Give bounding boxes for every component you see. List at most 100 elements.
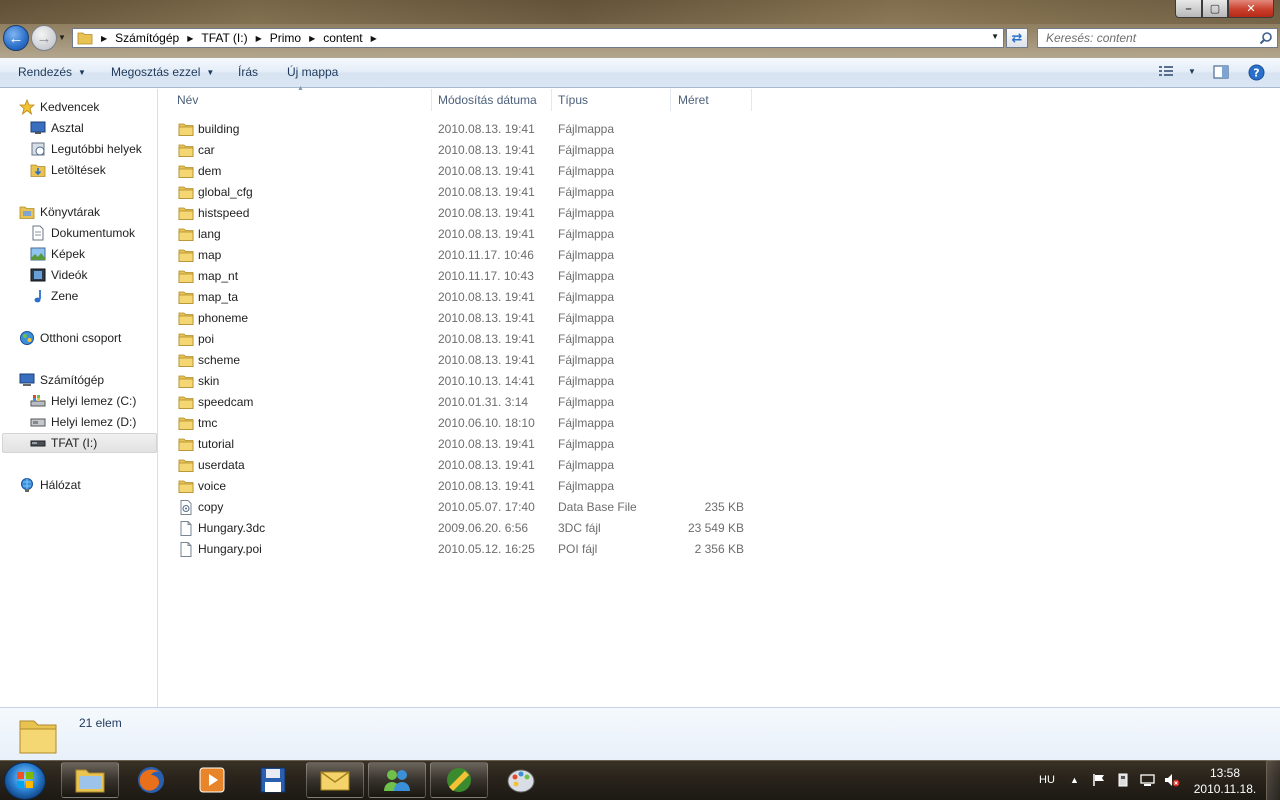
search-box[interactable] [1037, 28, 1278, 48]
folder-icon [178, 123, 194, 136]
file-row[interactable]: map_nt 2010.11.17. 10:43 Fájlmappa [173, 266, 773, 287]
column-divider[interactable] [751, 89, 752, 111]
organize-button[interactable]: Rendezés ▼ [18, 65, 86, 79]
file-row[interactable]: lang 2010.08.13. 19:41 Fájlmappa [173, 224, 773, 245]
arrow-left-icon: ← [8, 29, 24, 47]
nav-documents[interactable]: Dokumentumok [30, 223, 135, 243]
nav-desktop[interactable]: Asztal [30, 118, 84, 138]
organize-label: Rendezés [18, 65, 73, 79]
preview-pane-button[interactable] [1213, 64, 1229, 80]
file-row[interactable]: speedcam 2010.01.31. 3:14 Fájlmappa [173, 392, 773, 413]
burn-button[interactable]: Írás [238, 65, 258, 79]
nav-libraries[interactable]: Könyvtárak [19, 202, 100, 222]
file-row[interactable]: scheme 2010.08.13. 19:41 Fájlmappa [173, 350, 773, 371]
nav-favorites[interactable]: Kedvencek [19, 97, 99, 117]
videos-icon [30, 267, 46, 283]
address-bar[interactable]: ▶ Számítógép ▶ TFAT (I:) ▶ Primo ▶ content ▶… [72, 28, 1004, 48]
minimize-button[interactable]: – [1175, 0, 1202, 18]
share-with-button[interactable]: Megosztás ezzel ▼ [111, 65, 214, 79]
breadcrumb-content[interactable]: content ▶ [323, 31, 385, 45]
start-button[interactable] [4, 762, 46, 800]
file-row[interactable]: voice 2010.08.13. 19:41 Fájlmappa [173, 476, 773, 497]
network-tray-icon [1140, 774, 1155, 786]
file-row[interactable]: poi 2010.08.13. 19:41 Fájlmappa [173, 329, 773, 350]
taskbar-explorer[interactable] [61, 762, 119, 798]
nav-drive-i[interactable]: TFAT (I:) [2, 433, 157, 453]
breadcrumb-primo[interactable]: Primo ▶ [270, 31, 324, 45]
nav-videos[interactable]: Videók [30, 265, 87, 285]
nav-drive-d[interactable]: Helyi lemez (D:) [30, 412, 136, 432]
file-row[interactable]: building 2010.08.13. 19:41 Fájlmappa [173, 119, 773, 140]
column-header-size[interactable]: Méret [660, 89, 751, 111]
column-header-name[interactable]: Név [159, 89, 431, 111]
address-dropdown-icon[interactable]: ▼ [991, 32, 999, 41]
breadcrumb-root-chevron[interactable]: ▶ [101, 34, 115, 43]
breadcrumb-label: Primo [269, 31, 302, 45]
volume-icon[interactable] [1164, 760, 1180, 800]
messenger-users-icon [384, 770, 410, 791]
file-name: map_nt [198, 269, 239, 283]
file-row[interactable]: skin 2010.10.13. 14:41 Fájlmappa [173, 371, 773, 392]
file-row[interactable]: map_ta 2010.08.13. 19:41 Fájlmappa [173, 287, 773, 308]
close-button[interactable]: ✕ [1228, 0, 1274, 18]
search-icon[interactable] [1259, 31, 1273, 45]
nav-downloads[interactable]: Letöltések [30, 160, 106, 180]
file-row[interactable]: car 2010.08.13. 19:41 Fájlmappa [173, 140, 773, 161]
downloads-folder-icon [30, 162, 46, 178]
show-hidden-icons-button[interactable]: ▲ [1070, 760, 1079, 800]
language-indicator[interactable]: HU [1039, 760, 1055, 800]
taskbar-mail[interactable] [306, 762, 364, 798]
help-button[interactable]: ? [1248, 64, 1265, 81]
show-desktop-button[interactable] [1266, 760, 1280, 800]
taskbar-paint[interactable] [492, 762, 550, 798]
recent-places-icon [30, 141, 46, 157]
usb-device-icon[interactable] [1116, 760, 1130, 800]
back-button[interactable]: ← [3, 25, 29, 51]
maximize-button[interactable]: ▢ [1202, 0, 1228, 18]
pictures-icon [30, 246, 46, 262]
file-row[interactable]: phoneme 2010.08.13. 19:41 Fájlmappa [173, 308, 773, 329]
breadcrumb-drive[interactable]: TFAT (I:) ▶ [201, 31, 269, 45]
file-row[interactable]: Hungary.3dc 2009.06.20. 6:56 3DC fájl 23 54… [173, 518, 773, 539]
help-icon: ? [1248, 64, 1265, 81]
folder-icon [178, 438, 194, 451]
star-icon [19, 99, 35, 115]
view-options-button[interactable]: ▼ [1158, 64, 1196, 78]
taskbar-media-player[interactable] [183, 762, 241, 798]
search-input[interactable] [1046, 31, 1246, 45]
file-row[interactable]: global_cfg 2010.08.13. 19:41 Fájlmappa [173, 182, 773, 203]
column-header-modified[interactable]: Módosítás dátuma [420, 89, 551, 111]
forward-button[interactable]: → [31, 25, 57, 51]
file-row[interactable]: tmc 2010.06.10. 18:10 Fájlmappa [173, 413, 773, 434]
taskbar-firefox[interactable] [122, 762, 180, 798]
column-header-type[interactable]: Típus [540, 89, 670, 111]
document-icon [180, 542, 192, 557]
taskbar-save-app[interactable] [244, 762, 302, 798]
action-center-icon[interactable] [1092, 760, 1106, 800]
recent-pages-dropdown[interactable]: ▼ [58, 33, 66, 42]
nav-network[interactable]: Hálózat [19, 475, 81, 495]
folder-icon [178, 270, 194, 283]
nav-drive-c[interactable]: Helyi lemez (C:) [30, 391, 136, 411]
breadcrumb-computer[interactable]: Számítógép ▶ [115, 31, 201, 45]
file-row[interactable]: Hungary.poi 2010.05.12. 16:25 POI fájl 2 35… [173, 539, 773, 560]
file-row[interactable]: histspeed 2010.08.13. 19:41 Fájlmappa [173, 203, 773, 224]
taskbar-messenger[interactable] [368, 762, 426, 798]
nav-pictures[interactable]: Képek [30, 244, 85, 264]
new-folder-label: Új mappa [287, 65, 339, 79]
file-row[interactable]: copy 2010.05.07. 17:40 Data Base File 235 K… [173, 497, 773, 518]
file-row[interactable]: tutorial 2010.08.13. 19:41 Fájlmappa [173, 434, 773, 455]
nav-recent-places[interactable]: Legutóbbi helyek [30, 139, 142, 159]
file-row[interactable]: map 2010.11.17. 10:46 Fájlmappa [173, 245, 773, 266]
nav-homegroup[interactable]: Otthoni csoport [19, 328, 121, 348]
file-row[interactable]: userdata 2010.08.13. 19:41 Fájlmappa [173, 455, 773, 476]
usb-drive-icon [1118, 773, 1128, 787]
refresh-button[interactable]: ⇄ [1006, 28, 1028, 48]
system-clock[interactable]: 13:58 2010.11.18. [1193, 765, 1257, 797]
nav-computer[interactable]: Számítógép [19, 370, 104, 390]
network-status-icon[interactable] [1140, 760, 1155, 800]
new-folder-button[interactable]: Új mappa [287, 65, 338, 79]
file-row[interactable]: dem 2010.08.13. 19:41 Fájlmappa [173, 161, 773, 182]
taskbar-navigation-app[interactable] [430, 762, 488, 798]
nav-music[interactable]: Zene [30, 286, 78, 306]
